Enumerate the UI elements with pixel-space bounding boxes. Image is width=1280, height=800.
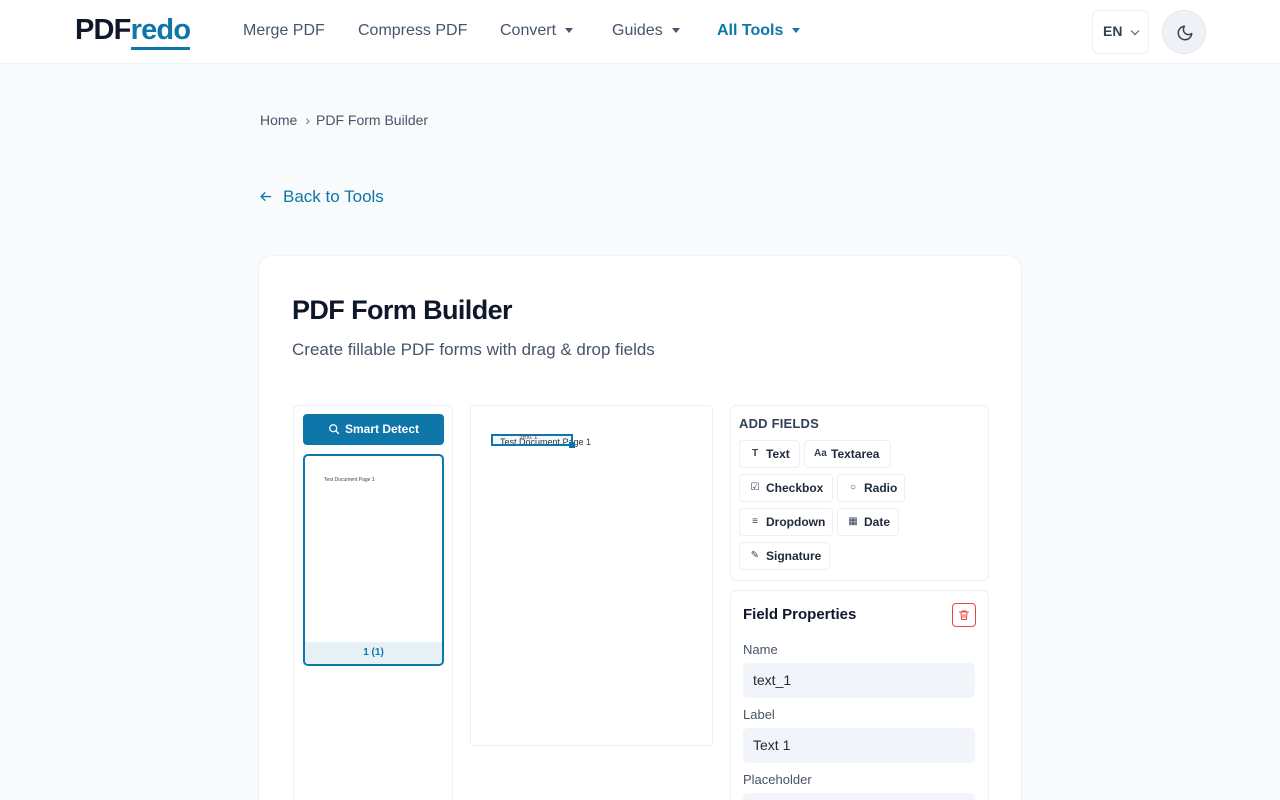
site-logo[interactable]: PDFredo [75,12,191,50]
add-radio-field-button[interactable]: ○ Radio [837,474,905,502]
checkbox-icon: ☑ [750,482,760,493]
textarea-icon: Aa [814,448,827,459]
nav-compress-pdf[interactable]: Compress PDF [358,21,467,41]
chevron-down-icon [1130,26,1140,36]
label-label: Label [743,707,775,722]
document-canvas[interactable]: Test Document Page 1 Text 1 [470,405,713,746]
placed-field-label: Text 1 [519,434,538,441]
pages-panel: Smart Detect Test Document Page 1 1 (1) [293,405,453,800]
list-icon: ≡ [752,516,758,527]
add-checkbox-field-button[interactable]: ☑ Checkbox [739,474,833,502]
placeholder-label: Placeholder [743,772,812,787]
page-subtitle: Create fillable PDF forms with drag & dr… [292,340,655,359]
name-input[interactable]: text_1 [743,663,975,698]
logo-redo-text: redo [130,14,191,50]
add-date-field-button[interactable]: ▦ Date [837,508,899,536]
field-properties-panel: Field Properties Name text_1 Label Text … [730,590,989,800]
search-icon [329,424,340,435]
language-selector[interactable]: EN [1092,10,1149,54]
breadcrumb-current: PDF Form Builder [316,112,429,128]
text-type-icon: T [751,448,759,459]
nav-convert[interactable]: Convert [500,21,574,41]
caret-down-icon [671,28,680,33]
language-label: EN [1103,23,1123,39]
logo-pdf-text: PDF [75,14,131,46]
placeholder-input[interactable] [743,793,975,800]
nav-convert-label: Convert [500,22,557,39]
add-textarea-field-button[interactable]: Aa Textarea [804,440,891,468]
placed-text-field[interactable]: Text 1 [491,434,575,448]
field-button-label: Textarea [831,447,880,461]
top-navbar: PDFredo Merge PDF Compress PDF Convert G… [0,0,1280,64]
field-button-label: Date [864,515,891,529]
field-properties-title: Field Properties [743,606,857,623]
add-signature-field-button[interactable]: ✎ Signature [739,542,830,570]
page-thumbnail[interactable]: Test Document Page 1 1 (1) [303,454,444,666]
back-link-label: Back to Tools [283,187,384,206]
nav-all-tools-label: All Tools [717,22,784,39]
nav-guides-label: Guides [612,22,663,39]
delete-field-button[interactable] [952,603,976,627]
breadcrumb-home[interactable]: Home [260,112,297,128]
caret-down-icon [792,28,801,33]
breadcrumb: Home › PDF Form Builder [260,111,428,129]
page-number-label: 1 (1) [305,642,442,664]
calendar-icon: ▦ [848,516,858,527]
add-fields-panel: ADD FIELDS T Text Aa Textarea ☑ Checkbox ○ R… [730,405,989,581]
back-to-tools-link[interactable]: Back to Tools [258,187,384,207]
label-input[interactable]: Text 1 [743,728,975,763]
radio-icon: ○ [849,482,857,493]
thumbnail-text: Test Document Page 1 [324,477,375,483]
moon-icon [1177,25,1193,41]
add-fields-title: ADD FIELDS [739,416,819,431]
nav-guides[interactable]: Guides [612,21,680,41]
theme-toggle-button[interactable] [1162,10,1206,54]
field-button-label: Signature [766,549,822,563]
field-button-label: Text [766,447,790,461]
smart-detect-button[interactable]: Smart Detect [303,414,444,445]
resize-handle[interactable] [569,442,575,448]
add-dropdown-field-button[interactable]: ≡ Dropdown [739,508,833,536]
nav-merge-pdf[interactable]: Merge PDF [243,21,325,41]
chevron-right-icon: › [305,112,311,128]
trash-icon [959,610,969,620]
nav-all-tools[interactable]: All Tools [717,21,801,41]
caret-down-icon [565,28,574,33]
smart-detect-label: Smart Detect [344,422,420,436]
field-button-label: Dropdown [766,515,826,529]
page-title: PDF Form Builder [292,295,513,325]
field-button-label: Radio [864,481,898,495]
add-text-field-button[interactable]: T Text [739,440,800,468]
pen-icon: ✎ [750,550,760,561]
form-builder-card: PDF Form Builder Create fillable PDF for… [258,255,1022,800]
arrow-left-icon [260,192,272,201]
name-label: Name [743,642,778,657]
field-button-label: Checkbox [766,481,824,495]
